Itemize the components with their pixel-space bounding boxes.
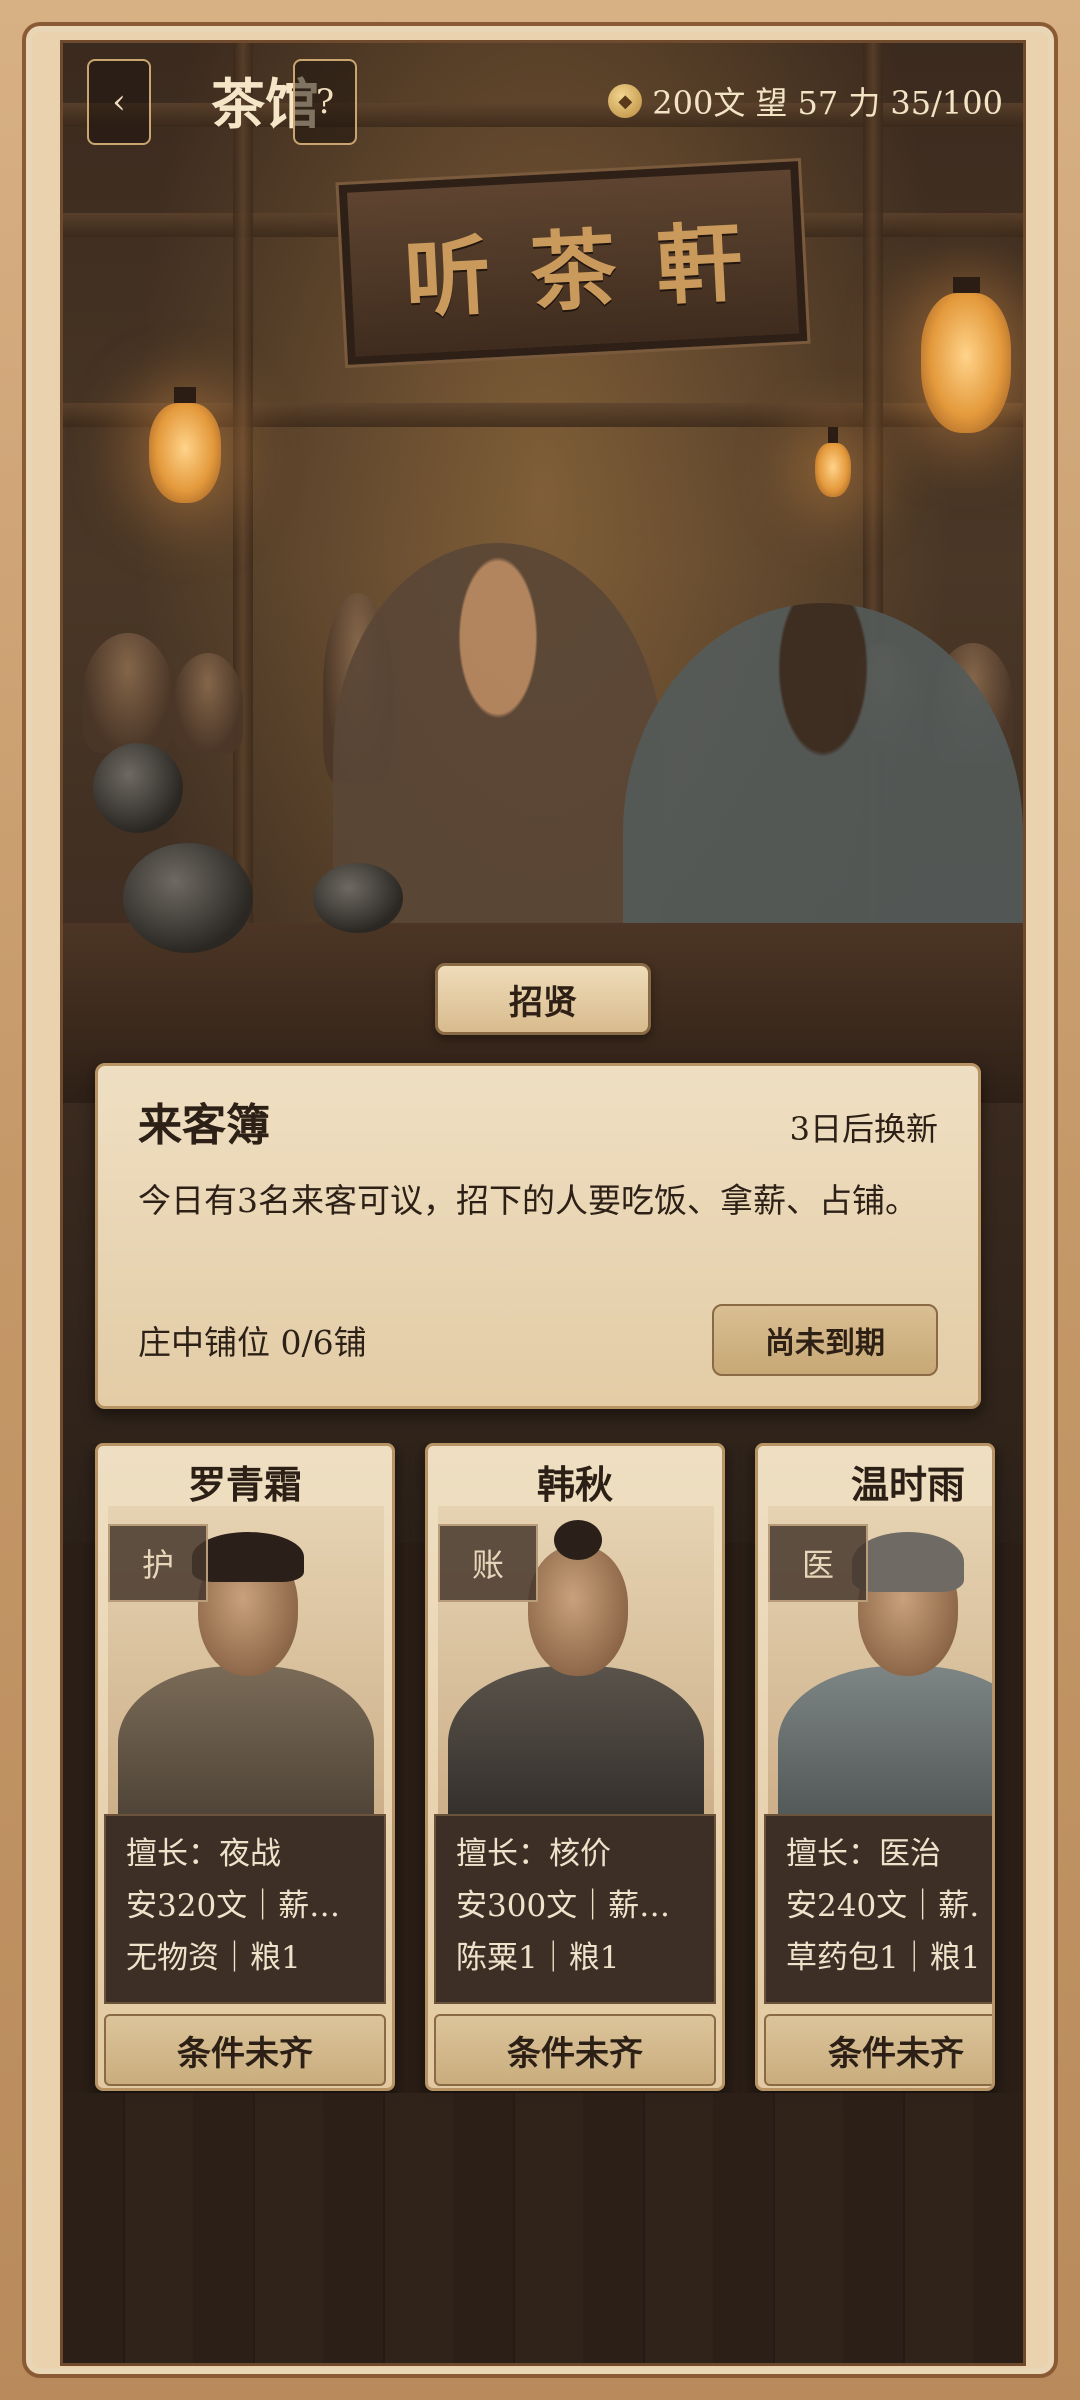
portrait-headscarf	[852, 1532, 964, 1592]
role-badge: 护	[108, 1524, 208, 1602]
candidate-info: 擅长：夜战 安320文｜薪… 无物资｜粮1	[104, 1814, 386, 2004]
recruit-button[interactable]: 条件未齐	[434, 2014, 716, 2086]
portrait-topknot	[554, 1520, 602, 1560]
panel-description: 今日有3名来客可议，招下的人要吃饭、拿薪、占铺。	[138, 1181, 918, 1220]
patron-figure	[83, 633, 173, 753]
guest-book-panel: 来客簿 3日后换新 今日有3名来客可议，招下的人要吃饭、拿薪、占铺。 庄中铺位 …	[95, 1063, 981, 1409]
portrait-hair	[192, 1532, 304, 1582]
candidate-card[interactable]: 温时雨 医 擅长：医治 安240文｜薪… 草药包1｜粮1 条件未齐	[755, 1443, 995, 2091]
prestige-value: 望 57	[755, 84, 839, 122]
candidate-assets: 陈粟1｜粮1	[456, 1940, 620, 1976]
not-expired-button[interactable]: 尚未到期	[712, 1304, 938, 1376]
recruit-button[interactable]: 条件未齐	[764, 2014, 992, 2086]
slot-count: 庄中铺位 0/6铺	[138, 1323, 367, 1362]
candidate-info: 擅长：核价 安300文｜薪… 陈粟1｜粮1	[434, 1814, 716, 2004]
candidate-assets: 草药包1｜粮1	[786, 1940, 981, 1976]
candidate-name: 罗青霜	[187, 1462, 302, 1507]
role-badge: 账	[438, 1524, 538, 1602]
lantern-icon	[149, 387, 221, 503]
candidate-card[interactable]: 罗青霜 护 擅长：夜战 安320文｜薪… 无物资｜粮1 条件未齐	[95, 1443, 395, 2091]
portrait-body	[118, 1666, 374, 1814]
candidate-name: 韩秋	[536, 1462, 613, 1507]
candidate-skill: 擅长：夜战	[126, 1836, 281, 1872]
tab-recruit[interactable]: 招贤	[435, 963, 651, 1035]
signboard-text: 听茶軒	[402, 209, 785, 331]
portrait-body	[448, 1666, 704, 1814]
candidate-list: 罗青霜 护 擅长：夜战 安320文｜薪… 无物资｜粮1 条件未齐 韩秋 账 擅长…	[63, 1443, 1023, 2143]
help-button[interactable]: ?	[293, 59, 357, 145]
coin-value: 200文	[652, 84, 746, 122]
stamina-value: 力 35/100	[848, 84, 1003, 122]
candidate-assets: 无物资｜粮1	[126, 1940, 301, 1976]
lantern-icon	[921, 277, 1011, 433]
recruit-button[interactable]: 条件未齐	[104, 2014, 386, 2086]
role-badge: 医	[768, 1524, 868, 1602]
teapot-icon	[313, 863, 403, 933]
money-bag-icon: ◆	[608, 84, 643, 118]
candidate-pay: 安240文｜薪…	[786, 1888, 982, 1924]
candidate-card[interactable]: 韩秋 账 擅长：核价 安300文｜薪… 陈粟1｜粮1 条件未齐	[425, 1443, 725, 2091]
candidate-info: 擅长：医治 安240文｜薪… 草药包1｜粮1	[764, 1814, 992, 2004]
back-button[interactable]: ‹	[87, 59, 151, 145]
teahouse-signboard: 听茶軒	[335, 157, 811, 369]
teapot-icon	[93, 743, 183, 833]
portrait-body	[778, 1666, 992, 1814]
game-stage: 听茶軒 ‹ 茶馆 ? ◆ 200文 望 57 力 35/100 招贤 来客簿 3…	[60, 40, 1026, 2366]
refresh-timer: 3日后换新	[789, 1110, 938, 1148]
candidate-pay: 安320文｜薪…	[126, 1888, 341, 1924]
lantern-icon	[815, 427, 851, 497]
resource-bar: ◆ 200文 望 57 力 35/100	[608, 73, 1003, 129]
candidate-name: 温时雨	[850, 1462, 965, 1507]
teapot-icon	[123, 843, 253, 953]
candidate-skill: 擅长：医治	[786, 1836, 941, 1872]
candidate-pay: 安300文｜薪…	[456, 1888, 671, 1924]
wooden-floor	[63, 2093, 1023, 2363]
portrait-head	[528, 1546, 628, 1676]
candidate-skill: 擅长：核价	[456, 1836, 611, 1872]
question-icon: ?	[315, 82, 335, 122]
patron-figure	[173, 653, 243, 753]
chevron-left-icon: ‹	[112, 82, 126, 122]
